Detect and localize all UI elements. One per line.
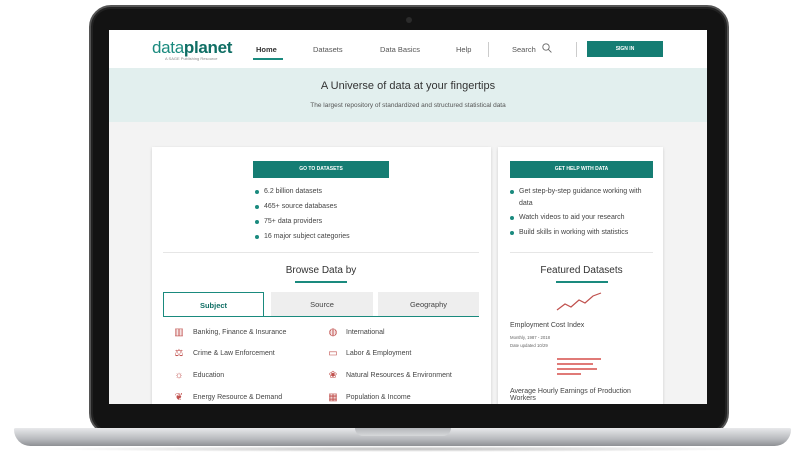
subject-link[interactable]: Labor & Employment: [346, 348, 411, 360]
list-item: Build skills in working with statistics: [510, 227, 653, 242]
tab-source[interactable]: Source: [271, 292, 373, 317]
subject-link[interactable]: Banking, Finance & Insurance: [193, 327, 286, 339]
scales-icon: ⚖: [174, 348, 184, 359]
laptop-notch: [355, 428, 451, 436]
divider: [163, 252, 479, 253]
list-item: 465+ source databases: [255, 201, 350, 216]
divider: [510, 252, 653, 253]
title-underline: [295, 281, 347, 283]
get-help-button[interactable]: GET HELP WITH DATA: [510, 161, 653, 178]
tabs-underline: [163, 316, 479, 317]
globe-icon: ◍: [328, 327, 338, 338]
subject-link[interactable]: Natural Resources & Environment: [346, 370, 452, 382]
building-icon: ▦: [328, 392, 338, 403]
line-chart-icon: [556, 292, 602, 311]
featured-datasets-title: Featured Datasets: [540, 265, 623, 276]
list-item: 6.2 billion datasets: [255, 186, 350, 201]
bank-icon: ▥: [174, 327, 184, 338]
subject-link[interactable]: Education: [193, 370, 224, 382]
subject-link[interactable]: Population & Income: [346, 392, 411, 404]
subject-link[interactable]: International: [346, 327, 385, 339]
tree-icon: ❀: [328, 370, 338, 381]
list-item: Get step-by-step guidance working with d…: [510, 186, 653, 212]
laptop-mockup: dataplanet A SAGE Publishing Resource Ho…: [0, 0, 805, 459]
list-item: 75+ data providers: [255, 216, 350, 231]
datasets-stats-list: 6.2 billion datasets 465+ source databas…: [255, 186, 350, 246]
bar-chart-icon: [557, 358, 601, 375]
camera-icon: [406, 17, 412, 23]
briefcase-icon: ▭: [328, 348, 338, 359]
featured-dataset-meta: Date updated 10/29: [510, 343, 548, 348]
help-list: Get step-by-step guidance working with d…: [510, 186, 653, 242]
lightbulb-icon: ☼: [174, 370, 184, 381]
go-to-datasets-button[interactable]: GO TO DATASETS: [253, 161, 389, 178]
subject-link[interactable]: Energy Resource & Demand: [193, 392, 282, 404]
title-underline: [556, 281, 608, 283]
featured-dataset-meta: Monthly, 1987 - 2018: [510, 335, 551, 340]
list-item: 16 major subject categories: [255, 231, 350, 246]
featured-dataset-name[interactable]: Employment Cost Index: [510, 322, 660, 329]
tab-geography[interactable]: Geography: [378, 292, 479, 317]
browse-data-title: Browse Data by: [285, 265, 357, 276]
content-area: GO TO DATASETS 6.2 billion datasets 465+…: [109, 30, 707, 404]
list-item: Watch videos to aid your research: [510, 212, 653, 227]
featured-dataset-name[interactable]: Average Hourly Earnings of Production Wo…: [510, 388, 655, 402]
tab-subject[interactable]: Subject: [163, 292, 264, 317]
subject-link[interactable]: Crime & Law Enforcement: [193, 348, 275, 360]
leaf-icon: ❦: [174, 392, 184, 403]
laptop-shadow: [40, 446, 765, 452]
